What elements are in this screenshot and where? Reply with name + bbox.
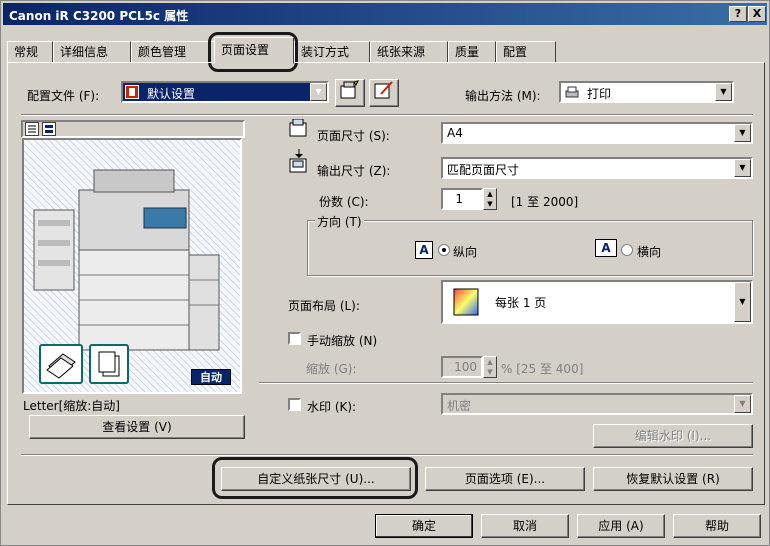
add-profile-button[interactable]: [335, 79, 365, 107]
chevron-down-icon[interactable]: ▼: [734, 395, 751, 413]
orientation-group: [307, 220, 753, 276]
tab-page-setup[interactable]: 页面设置: [214, 37, 294, 64]
copies-value: 1: [455, 192, 463, 206]
apply-button[interactable]: 应用 (A): [577, 514, 665, 538]
copies-field[interactable]: 1: [441, 188, 483, 210]
output-size-value: 匹配页面尺寸: [447, 163, 520, 177]
chevron-down-icon[interactable]: ▼: [734, 282, 751, 322]
help-title-button[interactable]: ?: [729, 6, 747, 22]
copies-spinner[interactable]: ▲ ▼: [483, 188, 497, 210]
page-size-icon: [288, 118, 310, 142]
ok-button[interactable]: 确定: [375, 514, 473, 538]
title-bar[interactable]: Canon iR C3200 PCL5c 属性 ? X: [3, 3, 767, 25]
output-method-select[interactable]: 打印 ▼: [559, 81, 734, 103]
close-title-button[interactable]: X: [748, 6, 766, 22]
preview-toolbar: [21, 120, 245, 138]
profile-value: 默认设置: [147, 87, 196, 101]
chevron-down-icon[interactable]: ▼: [734, 159, 751, 177]
chevron-down-icon[interactable]: ▼: [310, 83, 327, 101]
watermark-checkbox[interactable]: [288, 398, 301, 411]
portrait-label: 纵向: [453, 245, 478, 259]
add-profile-icon: [340, 80, 359, 99]
window-title: Canon iR C3200 PCL5c 属性: [9, 9, 189, 23]
scaling-value: 100: [454, 360, 477, 374]
portrait-icon: A: [415, 241, 433, 259]
manual-scaling-label: 手动缩放 (N): [307, 334, 378, 348]
top-separator: [21, 114, 753, 116]
output-size-icon: [288, 149, 310, 178]
custom-paper-size-button[interactable]: 自定义纸张尺寸 (U)...: [221, 467, 411, 491]
restore-defaults-button[interactable]: 恢复默认设置 (R): [593, 467, 753, 491]
profile-select[interactable]: 默认设置 ▼: [121, 81, 329, 103]
watermark-select[interactable]: 机密 ▼: [441, 393, 753, 415]
page-layout-select[interactable]: 每张 1 页 ▼: [441, 280, 753, 324]
edit-profile-button[interactable]: [369, 79, 399, 107]
view-settings-button[interactable]: 查看设置 (V): [29, 415, 245, 439]
scaling-label: 缩放 (G):: [306, 362, 357, 376]
tab-quality[interactable]: 质量: [448, 41, 496, 63]
bottom-separator: [21, 454, 753, 456]
page-layout-icon: [453, 288, 479, 319]
printer-icon: [565, 85, 579, 101]
preview-status: Letter[缩放:自动]: [23, 399, 120, 413]
tab-configuration[interactable]: 配置: [496, 41, 556, 63]
paper-stack-icon: [39, 344, 83, 384]
page-size-label: 页面尺寸 (S):: [317, 129, 390, 143]
manual-scaling-checkbox[interactable]: [288, 332, 301, 345]
edit-watermark-button[interactable]: 编辑水印 (I)...: [593, 424, 753, 448]
copies-range: [1 至 2000]: [511, 195, 579, 209]
scaling-spinner[interactable]: ▲ ▼: [483, 356, 497, 378]
scaling-field[interactable]: 100: [441, 356, 483, 378]
help-button[interactable]: 帮助: [673, 514, 761, 538]
cancel-button[interactable]: 取消: [481, 514, 569, 538]
watermark-value: 机密: [447, 399, 472, 413]
tab-strip: 常规 详细信息 颜色管理 页面设置 装订方式 纸张来源 质量 配置: [7, 37, 767, 64]
page-layout-label: 页面布局 (L):: [288, 299, 360, 313]
printer-properties-dialog: Canon iR C3200 PCL5c 属性 ? X 常规 详细信息 颜色管理…: [0, 0, 770, 546]
mid-separator: [259, 382, 753, 384]
watermark-label: 水印 (K):: [307, 400, 357, 414]
output-method-label: 输出方法 (M):: [465, 89, 541, 103]
copies-label: 份数 (C):: [319, 195, 369, 209]
profile-label: 配置文件 (F):: [27, 89, 100, 103]
tab-details[interactable]: 详细信息: [53, 41, 131, 63]
page-size-select[interactable]: A4 ▼: [441, 122, 753, 144]
landscape-label: 横向: [637, 245, 662, 259]
output-size-label: 输出尺寸 (Z):: [317, 164, 391, 178]
profile-icon: [125, 85, 139, 99]
landscape-radio[interactable]: [621, 244, 633, 256]
chevron-down-icon[interactable]: ▼: [715, 83, 732, 101]
output-size-select[interactable]: 匹配页面尺寸 ▼: [441, 157, 753, 179]
scaling-range: % [25 至 400]: [501, 362, 584, 376]
tab-color-management[interactable]: 颜色管理: [131, 41, 215, 63]
tab-finishing[interactable]: 装订方式: [294, 41, 370, 63]
auto-badge: 自动: [191, 369, 231, 385]
page-size-value: A4: [447, 126, 463, 140]
portrait-radio[interactable]: [438, 244, 450, 256]
pages-icon: [89, 344, 129, 384]
edit-profile-icon: [374, 81, 393, 99]
tab-general[interactable]: 常规: [7, 41, 53, 63]
orientation-label: 方向 (T): [315, 213, 364, 230]
output-method-value: 打印: [587, 87, 612, 101]
chevron-down-icon[interactable]: ▼: [734, 124, 751, 142]
page-layout-value: 每张 1 页: [495, 296, 547, 310]
landscape-icon: A: [595, 239, 617, 257]
page-options-button[interactable]: 页面选项 (E)...: [425, 467, 585, 491]
tab-paper-source[interactable]: 纸张来源: [370, 41, 448, 63]
